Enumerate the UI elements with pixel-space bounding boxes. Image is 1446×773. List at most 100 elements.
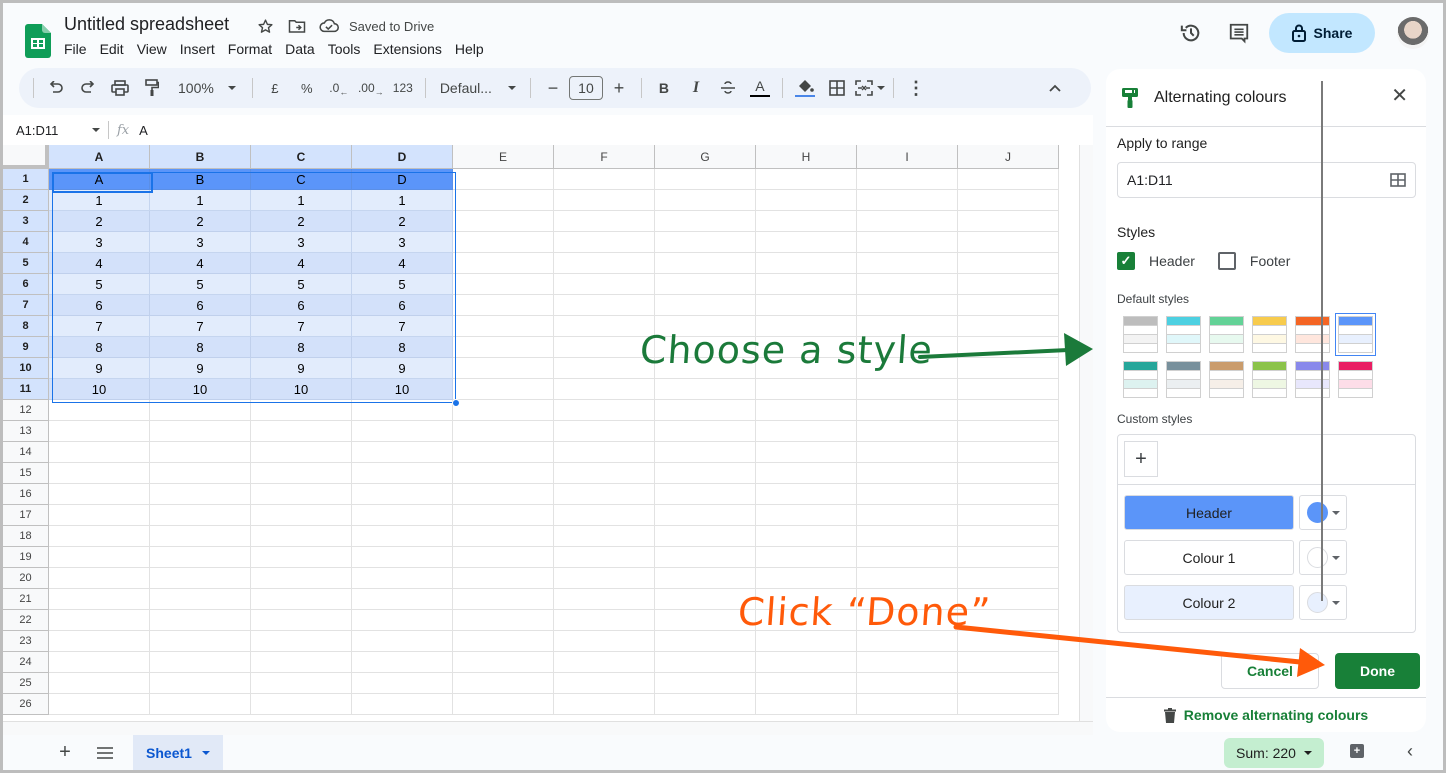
menu-data[interactable]: Data [285, 41, 321, 57]
version-history-icon[interactable] [1171, 13, 1211, 53]
cell-a7[interactable]: 6 [49, 295, 150, 316]
cell-f8[interactable] [554, 316, 655, 337]
cell-i24[interactable] [857, 652, 958, 673]
cell-f18[interactable] [554, 526, 655, 547]
cell-e16[interactable] [453, 484, 554, 505]
cell-f20[interactable] [554, 568, 655, 589]
cell-d11[interactable]: 10 [352, 379, 453, 400]
cell-f15[interactable] [554, 463, 655, 484]
cell-c6[interactable]: 5 [251, 274, 352, 295]
cell-g6[interactable] [655, 274, 756, 295]
row-header[interactable]: 19 [3, 547, 49, 568]
cell-h15[interactable] [756, 463, 857, 484]
cell-j24[interactable] [958, 652, 1059, 673]
redo-icon[interactable] [74, 74, 102, 102]
star-icon[interactable] [255, 16, 275, 36]
cell-e17[interactable] [453, 505, 554, 526]
cell-c13[interactable] [251, 421, 352, 442]
cell-d10[interactable]: 9 [352, 358, 453, 379]
menu-tools[interactable]: Tools [328, 41, 367, 57]
document-title[interactable]: Untitled spreadsheet [64, 14, 229, 35]
fill-color-icon[interactable] [791, 74, 819, 102]
row-header[interactable]: 12 [3, 400, 49, 421]
cell-h22[interactable] [756, 610, 857, 631]
close-icon[interactable]: ✕ [1391, 86, 1408, 106]
cell-j8[interactable] [958, 316, 1059, 337]
add-sheet-icon[interactable]: + [45, 735, 85, 770]
column-header-f[interactable]: F [554, 145, 655, 169]
cell-c17[interactable] [251, 505, 352, 526]
cell-h18[interactable] [756, 526, 857, 547]
cancel-button[interactable]: Cancel [1221, 653, 1319, 689]
cell-a12[interactable] [49, 400, 150, 421]
cell-d1[interactable]: D [352, 169, 453, 190]
cell-i6[interactable] [857, 274, 958, 295]
cell-b5[interactable]: 4 [150, 253, 251, 274]
cell-j23[interactable] [958, 631, 1059, 652]
cell-d18[interactable] [352, 526, 453, 547]
cell-a26[interactable] [49, 694, 150, 715]
cell-a16[interactable] [49, 484, 150, 505]
row-header[interactable]: 7 [3, 295, 49, 316]
cell-d25[interactable] [352, 673, 453, 694]
cell-c24[interactable] [251, 652, 352, 673]
strikethrough-icon[interactable] [714, 74, 742, 102]
cell-h1[interactable] [756, 169, 857, 190]
cell-j10[interactable] [958, 358, 1059, 379]
cell-j5[interactable] [958, 253, 1059, 274]
collapse-toolbar-icon[interactable] [1041, 74, 1069, 102]
cell-a9[interactable]: 8 [49, 337, 150, 358]
avatar[interactable] [1397, 17, 1429, 49]
cell-j19[interactable] [958, 547, 1059, 568]
formula-input[interactable]: A [139, 123, 148, 138]
decrease-font-size-button[interactable]: − [539, 74, 567, 102]
cell-h26[interactable] [756, 694, 857, 715]
cell-e11[interactable] [453, 379, 554, 400]
cell-b17[interactable] [150, 505, 251, 526]
row-header[interactable]: 1 [3, 169, 49, 190]
cell-i9[interactable] [857, 337, 958, 358]
cell-b25[interactable] [150, 673, 251, 694]
cell-h23[interactable] [756, 631, 857, 652]
cell-g21[interactable] [655, 589, 756, 610]
cell-d16[interactable] [352, 484, 453, 505]
style-swatch-grey[interactable] [1123, 316, 1158, 353]
cell-h11[interactable] [756, 379, 857, 400]
cell-j18[interactable] [958, 526, 1059, 547]
merge-cells-icon[interactable] [855, 74, 885, 102]
row-header[interactable]: 15 [3, 463, 49, 484]
italic-button[interactable]: I [682, 74, 710, 102]
cell-j26[interactable] [958, 694, 1059, 715]
vertical-scrollbar[interactable] [1079, 145, 1093, 735]
cell-h3[interactable] [756, 211, 857, 232]
cell-g23[interactable] [655, 631, 756, 652]
cell-b26[interactable] [150, 694, 251, 715]
cell-d24[interactable] [352, 652, 453, 673]
style-swatch-green[interactable] [1209, 316, 1244, 353]
font-select[interactable]: Defaul... [434, 74, 522, 102]
cell-b8[interactable]: 7 [150, 316, 251, 337]
cell-b16[interactable] [150, 484, 251, 505]
cell-g3[interactable] [655, 211, 756, 232]
cell-c25[interactable] [251, 673, 352, 694]
cell-d3[interactable]: 2 [352, 211, 453, 232]
cell-d20[interactable] [352, 568, 453, 589]
explore-icon[interactable]: + [1350, 744, 1364, 758]
cell-c11[interactable]: 10 [251, 379, 352, 400]
cell-d22[interactable] [352, 610, 453, 631]
cell-c5[interactable]: 4 [251, 253, 352, 274]
row-header[interactable]: 22 [3, 610, 49, 631]
cell-h5[interactable] [756, 253, 857, 274]
cell-b6[interactable]: 5 [150, 274, 251, 295]
cell-c8[interactable]: 7 [251, 316, 352, 337]
cell-j21[interactable] [958, 589, 1059, 610]
cell-a4[interactable]: 3 [49, 232, 150, 253]
cell-i16[interactable] [857, 484, 958, 505]
row-header[interactable]: 8 [3, 316, 49, 337]
cell-b21[interactable] [150, 589, 251, 610]
cell-e2[interactable] [453, 190, 554, 211]
cell-g19[interactable] [655, 547, 756, 568]
cell-d6[interactable]: 5 [352, 274, 453, 295]
row-header[interactable]: 21 [3, 589, 49, 610]
cell-e15[interactable] [453, 463, 554, 484]
